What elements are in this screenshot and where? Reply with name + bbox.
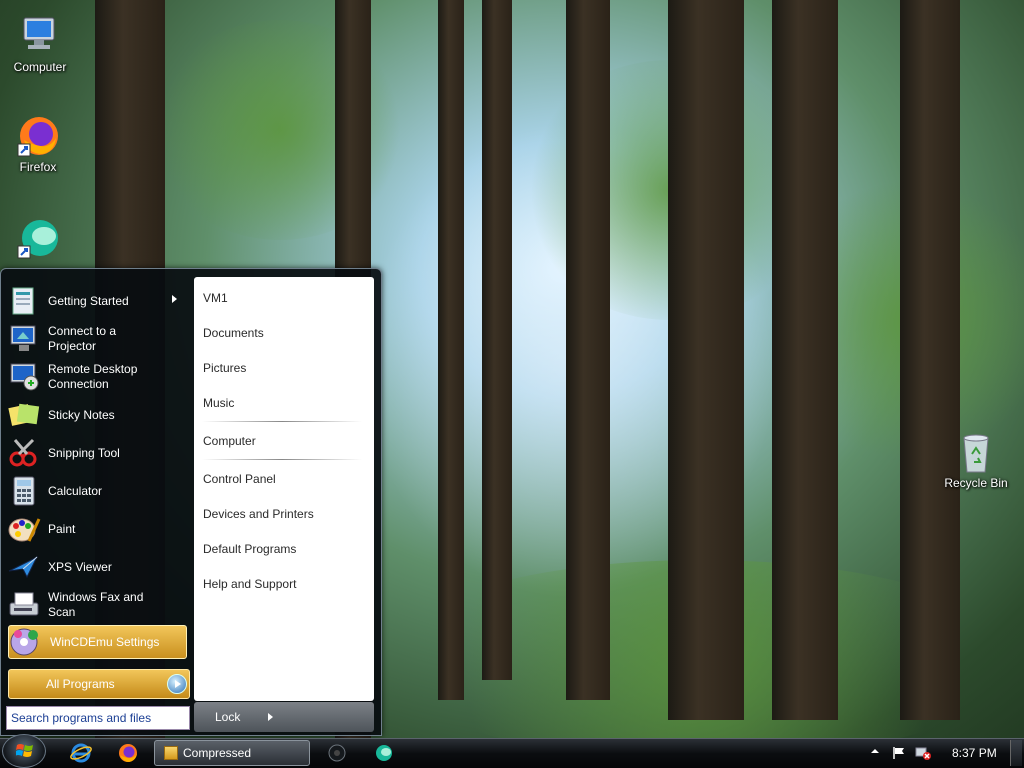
- firefox-icon: [16, 114, 60, 158]
- computer-icon: [18, 14, 62, 58]
- app-shortcut-icon: [16, 216, 60, 260]
- show-hidden-icons-icon[interactable]: [870, 746, 880, 759]
- system-clock[interactable]: 8:37 PM: [952, 746, 997, 760]
- wallpaper-trunk: [482, 0, 512, 680]
- program-fax-scan[interactable]: Windows Fax and Scan: [7, 587, 189, 623]
- search-input[interactable]: Search programs and files: [6, 706, 190, 730]
- search-placeholder: Search programs and files: [11, 711, 152, 725]
- place-pictures[interactable]: Pictures: [203, 361, 246, 375]
- getting-started-icon: [7, 285, 41, 317]
- program-label: Connect to a Projector: [48, 324, 117, 353]
- wallpaper-trunk: [438, 0, 464, 700]
- all-programs-arrow-icon: [167, 674, 187, 694]
- place-music[interactable]: Music: [203, 396, 234, 410]
- action-center-flag-icon[interactable]: [892, 746, 906, 763]
- windows-logo-icon: [15, 743, 34, 759]
- place-devices-printers[interactable]: Devices and Printers: [203, 507, 314, 521]
- program-label: Calculator: [48, 483, 103, 498]
- start-menu-places: VM1 Documents Pictures Music Computer Co…: [194, 277, 374, 701]
- program-calculator[interactable]: Calculator: [7, 473, 189, 509]
- program-wincdemu-settings[interactable]: WinCDEmu Settings: [8, 625, 187, 659]
- all-programs-label: All Programs: [46, 677, 115, 691]
- wallpaper-trunk: [772, 0, 838, 720]
- program-sticky-notes[interactable]: Sticky Notes: [7, 397, 189, 433]
- desktop-icon-label: Recycle Bin: [944, 476, 1008, 490]
- lock-label: Lock: [215, 710, 241, 724]
- program-label: Windows Fax and Scan: [48, 590, 144, 619]
- show-desktop-button[interactable]: [1010, 740, 1022, 766]
- program-xps-viewer[interactable]: XPS Viewer: [7, 549, 189, 585]
- desktop-icon-shortcut[interactable]: [0, 216, 76, 262]
- taskbar-window-compressed[interactable]: Compressed: [154, 740, 310, 766]
- app-icon[interactable]: [373, 742, 395, 764]
- desktop-icon-recycle-bin[interactable]: Recycle Bin: [938, 430, 1014, 490]
- program-label: Paint: [48, 521, 76, 536]
- lock-options-arrow-icon[interactable]: [268, 713, 273, 721]
- desktop-icon-firefox[interactable]: Firefox: [0, 114, 76, 174]
- remote-desktop-icon: [7, 361, 41, 393]
- wallpaper-trunk: [566, 0, 610, 700]
- start-menu-programs: Getting Started Connect to a Projector R…: [5, 277, 189, 729]
- place-computer[interactable]: Computer: [203, 434, 256, 448]
- submenu-arrow-icon: [172, 295, 177, 303]
- recycle-bin-icon: [954, 430, 998, 474]
- place-vm1[interactable]: VM1: [203, 291, 228, 305]
- program-connect-projector[interactable]: Connect to a Projector: [7, 321, 189, 357]
- program-label: XPS Viewer: [48, 559, 112, 574]
- places-separator: [202, 459, 362, 460]
- program-getting-started[interactable]: Getting Started: [7, 283, 189, 319]
- taskbar-window-label: Compressed: [183, 746, 252, 760]
- xps-viewer-icon: [7, 551, 41, 583]
- media-player-icon[interactable]: [326, 742, 348, 764]
- program-remote-desktop[interactable]: Remote Desktop Connection: [7, 359, 189, 395]
- place-default-programs[interactable]: Default Programs: [203, 542, 296, 556]
- lock-button[interactable]: Lock: [194, 702, 374, 732]
- firefox-icon[interactable]: [117, 742, 139, 764]
- start-button[interactable]: [2, 734, 46, 768]
- program-label: Snipping Tool: [48, 445, 120, 460]
- calculator-icon: [7, 475, 41, 507]
- program-snipping-tool[interactable]: Snipping Tool: [7, 435, 189, 471]
- place-control-panel[interactable]: Control Panel: [203, 472, 276, 486]
- wallpaper-foliage: [150, 20, 410, 240]
- paint-icon: [7, 513, 41, 545]
- wallpaper-trunk: [900, 0, 960, 720]
- places-separator: [202, 421, 362, 422]
- projector-icon: [7, 323, 41, 355]
- program-label: WinCDEmu Settings: [50, 634, 160, 649]
- internet-explorer-icon[interactable]: [70, 742, 92, 764]
- network-disconnected-icon[interactable]: [915, 746, 931, 763]
- place-documents[interactable]: Documents: [203, 326, 264, 340]
- all-programs-button[interactable]: All Programs: [8, 669, 190, 699]
- snipping-tool-icon: [7, 437, 41, 469]
- fax-scan-icon: [7, 589, 41, 621]
- desktop-icon-label: Computer: [13, 60, 67, 74]
- program-label: Remote Desktop Connection: [48, 362, 138, 391]
- program-paint[interactable]: Paint: [7, 511, 189, 547]
- wincdemu-icon: [9, 626, 43, 658]
- sticky-notes-icon: [7, 399, 41, 431]
- place-help-support[interactable]: Help and Support: [203, 577, 296, 591]
- program-label: Getting Started: [48, 293, 129, 308]
- folder-icon: [164, 746, 178, 760]
- desktop-icon-label: Firefox: [19, 160, 57, 174]
- wallpaper-trunk: [668, 0, 744, 720]
- desktop-icon-computer[interactable]: Computer: [2, 14, 78, 74]
- program-label: Sticky Notes: [48, 407, 115, 422]
